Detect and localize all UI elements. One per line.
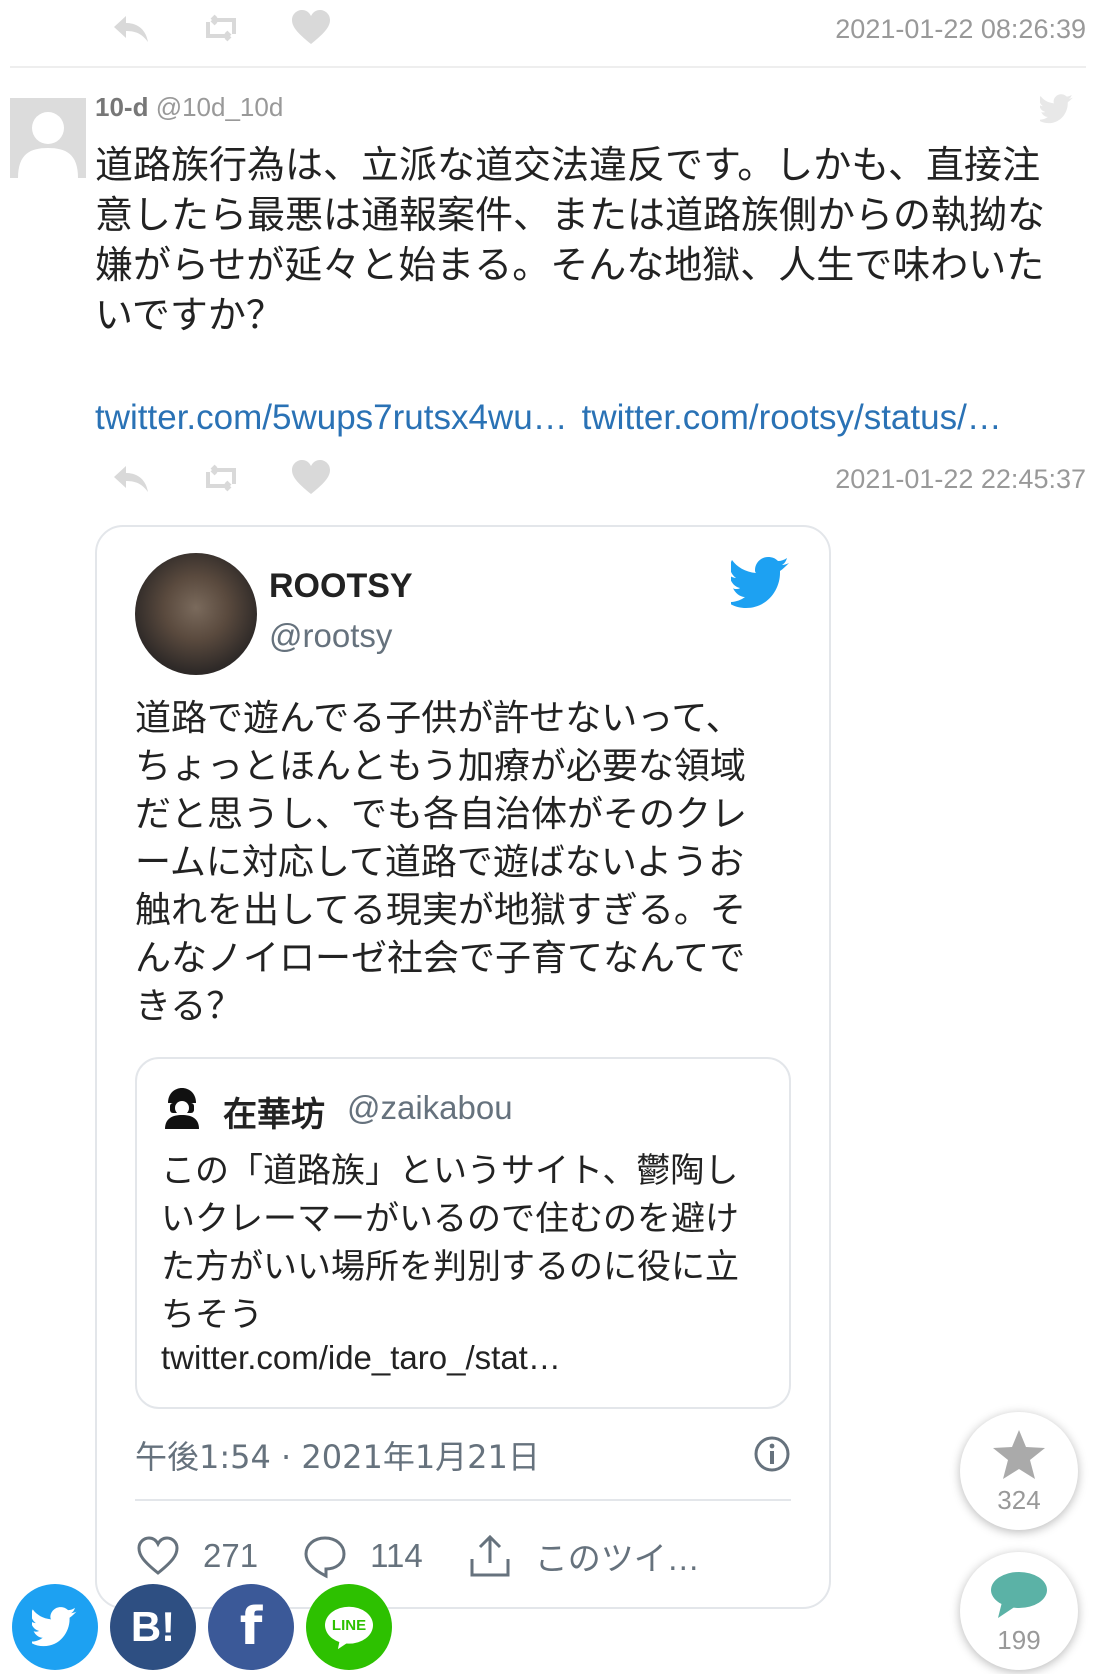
- retweet-icon[interactable]: [200, 458, 242, 498]
- quote-display-name: 在華坊: [223, 1095, 325, 1135]
- avatar[interactable]: [10, 98, 86, 178]
- hatena-bookmark-button[interactable]: B!: [110, 1584, 196, 1670]
- heart-icon[interactable]: [290, 458, 332, 498]
- twitter-share-button[interactable]: [12, 1584, 98, 1670]
- divider: [10, 66, 1086, 68]
- embed-handle[interactable]: @rootsy: [269, 617, 392, 655]
- quote-avatar-icon: [160, 1086, 204, 1130]
- twitter-bird-icon: [1040, 94, 1073, 124]
- default-user-icon: [18, 112, 78, 178]
- post-text: 道路族行為は、立派な道交法違反です。しかも、直接注意したら最悪は通報案件、または…: [95, 143, 1046, 337]
- twitter-logo-icon[interactable]: [731, 557, 791, 609]
- share-label: このツイ…: [534, 1540, 700, 1577]
- comments-button[interactable]: 199: [960, 1552, 1078, 1670]
- heart-outline-icon: [137, 1536, 179, 1575]
- line-share-button[interactable]: LINE: [306, 1584, 392, 1670]
- share-button[interactable]: このツイ…: [467, 1532, 700, 1580]
- divider: [135, 1499, 791, 1501]
- quote-handle: @zaikabou: [347, 1089, 513, 1126]
- post-action-row: [110, 458, 332, 498]
- top-timestamp: 2021-01-22 08:26:39: [835, 14, 1086, 44]
- post-display-name: 10-d: [95, 92, 149, 122]
- info-icon[interactable]: [753, 1435, 791, 1473]
- reply-icon[interactable]: [110, 458, 152, 498]
- quoted-tweet[interactable]: 在華坊 @zaikabou この「道路族」というサイト、鬱陶しいクレーマーがいる…: [135, 1057, 791, 1409]
- like-button[interactable]: 271: [135, 1533, 258, 1579]
- embed-avatar[interactable]: [135, 553, 257, 675]
- quote-link[interactable]: twitter.com/ide_taro_/stat…: [161, 1339, 561, 1377]
- favorite-count: 324: [997, 1485, 1041, 1515]
- comment-count: 199: [997, 1625, 1041, 1655]
- like-count: 271: [203, 1537, 259, 1574]
- reply-count: 114: [370, 1537, 423, 1574]
- reply-button[interactable]: 114: [302, 1533, 423, 1579]
- embed-action-row: 271 114 このツイ…: [135, 1532, 744, 1580]
- star-icon: [993, 1430, 1045, 1479]
- post-timestamp: 2021-01-22 22:45:37: [835, 464, 1086, 494]
- twitter-bird-icon: [32, 1607, 77, 1647]
- retweet-icon[interactable]: [200, 8, 242, 48]
- facebook-label: f: [239, 1597, 263, 1657]
- hatena-label: B!: [130, 1603, 176, 1650]
- embed-text: 道路で遊んでる子供が許せないって、ちょっとほんともう加療が必要な領域だと思うし、…: [135, 698, 748, 1027]
- heart-icon[interactable]: [290, 8, 332, 48]
- quote-text: この「道路族」というサイト、鬱陶しいクレーマーがいるので住むのを避けた方がいい場…: [161, 1151, 739, 1335]
- post-links: twitter.com/5wups7rutsx4wu… twitter.com/…: [95, 398, 1002, 438]
- reply-icon[interactable]: [110, 8, 152, 48]
- facebook-share-button[interactable]: f: [208, 1584, 294, 1670]
- embed-date[interactable]: 午後1:54 · 2021年1月21日: [135, 1432, 540, 1478]
- post-handle: @10d_10d: [155, 92, 284, 122]
- top-action-row: [110, 8, 332, 48]
- embed-display-name[interactable]: ROOTSY: [269, 567, 413, 606]
- favorite-button[interactable]: 324: [960, 1412, 1078, 1530]
- line-label: LINE: [331, 1617, 367, 1634]
- post-link-2[interactable]: twitter.com/rootsy/status/…: [582, 398, 1002, 438]
- embedded-tweet[interactable]: ROOTSY @rootsy 道路で遊んでる子供が許せないって、ちょっとほんとも…: [95, 525, 831, 1609]
- share-icon: [470, 1534, 510, 1577]
- speech-bubble-icon: [991, 1572, 1047, 1618]
- post-user[interactable]: 10-d @10d_10d: [95, 92, 283, 123]
- comment-bubble-icon: [304, 1536, 346, 1579]
- post-link-1[interactable]: twitter.com/5wups7rutsx4wu…: [95, 398, 568, 438]
